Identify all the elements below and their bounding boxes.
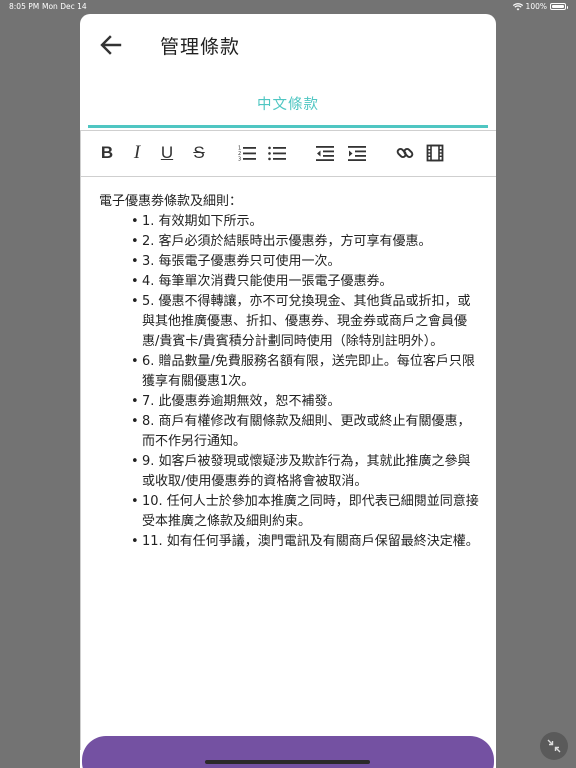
list-item: 8. 商戶有權修改有關條款及細則、更改或終止有關優惠，而不作另行通知。	[131, 412, 480, 452]
bold-icon: B	[100, 143, 114, 162]
page-title: 管理條款	[160, 36, 241, 58]
back-button[interactable]	[98, 32, 124, 58]
collapse-icon	[547, 739, 561, 753]
svg-text:3: 3	[238, 157, 241, 163]
ordered-list-button[interactable]: 1 2 3	[237, 143, 257, 163]
list-item: 5. 優惠不得轉讓，亦不可兌換現金、其他貨品或折扣，或與其他推廣優惠、折扣、優惠…	[131, 292, 480, 352]
tab-bar: 中文條款	[80, 72, 496, 130]
battery-icon	[550, 3, 568, 10]
list-item: 3. 每張電子優惠券只可使用一次。	[131, 252, 480, 272]
tab-indicator	[88, 125, 488, 128]
ordered-list-icon: 1 2 3	[238, 146, 256, 163]
video-button[interactable]	[425, 143, 445, 163]
underline-button[interactable]: U	[157, 143, 177, 163]
outdent-icon	[316, 146, 334, 161]
battery-percent: 100%	[525, 2, 547, 11]
header: 管理條款	[80, 14, 496, 72]
strikethrough-button[interactable]: S	[189, 143, 209, 163]
bullet-list-button[interactable]	[267, 143, 287, 163]
indent-icon	[348, 146, 366, 161]
list-item: 7. 此優惠券逾期無效，恕不補發。	[131, 392, 480, 412]
indent-button[interactable]	[347, 143, 367, 163]
link-icon	[396, 147, 414, 159]
terms-list: 1. 有效期如下所示。 2. 客戶必須於結賬時出示優惠券，方可享有優惠。 3. …	[99, 212, 480, 552]
list-item: 11. 如有任何爭議，澳門電訊及有關商戶保留最終決定權。	[131, 532, 480, 552]
italic-icon: I	[133, 142, 141, 163]
list-item: 2. 客戶必須於結賬時出示優惠券，方可享有優惠。	[131, 232, 480, 252]
bold-button[interactable]: B	[97, 143, 117, 163]
status-date: Mon Dec 14	[42, 2, 87, 11]
underline-icon: U	[160, 143, 174, 162]
status-bar: 8:05 PM Mon Dec 14 100%	[0, 0, 576, 14]
list-item: 10. 任何人士於參加本推廣之同時，即代表已細閱並同意接受本推廣之條款及細則約束…	[131, 492, 480, 532]
video-icon	[426, 144, 444, 162]
editor-content[interactable]: 電子優惠劵條款及細則： 1. 有效期如下所示。 2. 客戶必須於結賬時出示優惠券…	[81, 177, 496, 552]
tab-label: 中文條款	[257, 97, 319, 113]
tab-chinese-terms[interactable]: 中文條款	[88, 72, 488, 128]
list-item: 9. 如客戶被發現或懷疑涉及欺詐行為，其就此推廣之參與或收取/使用優惠券的資格將…	[131, 452, 480, 492]
editor-toolbar: B I U S 1 2 3	[81, 131, 496, 177]
bullet-list-icon	[268, 146, 286, 161]
collapse-button[interactable]	[540, 732, 568, 760]
list-item: 4. 每筆單次消費只能使用一張電子優惠券。	[131, 272, 480, 292]
list-item: 1. 有效期如下所示。	[131, 212, 480, 232]
strikethrough-icon: S	[193, 143, 205, 162]
wifi-icon	[512, 2, 523, 10]
link-button[interactable]	[395, 143, 415, 163]
arrow-left-icon	[100, 35, 122, 55]
home-indicator	[205, 760, 370, 764]
outdent-button[interactable]	[315, 143, 335, 163]
rich-text-editor: B I U S 1 2 3 電子優惠劵條款及細則： • 1. 有效期如下所示。 …	[80, 130, 496, 750]
italic-button[interactable]: I	[127, 143, 147, 163]
terms-sheet: 管理條款 中文條款 B I U S 1 2 3 電子優惠劵條款及細則： • 1.…	[80, 14, 496, 768]
list-item: 6. 贈品數量/免費服務名額有限，送完即止。每位客戶只限獲享有關優惠1次。	[131, 352, 480, 392]
status-right: 100%	[512, 2, 568, 11]
terms-title: 電子優惠劵條款及細則：	[99, 194, 243, 209]
status-time: 8:05 PM	[9, 2, 40, 11]
